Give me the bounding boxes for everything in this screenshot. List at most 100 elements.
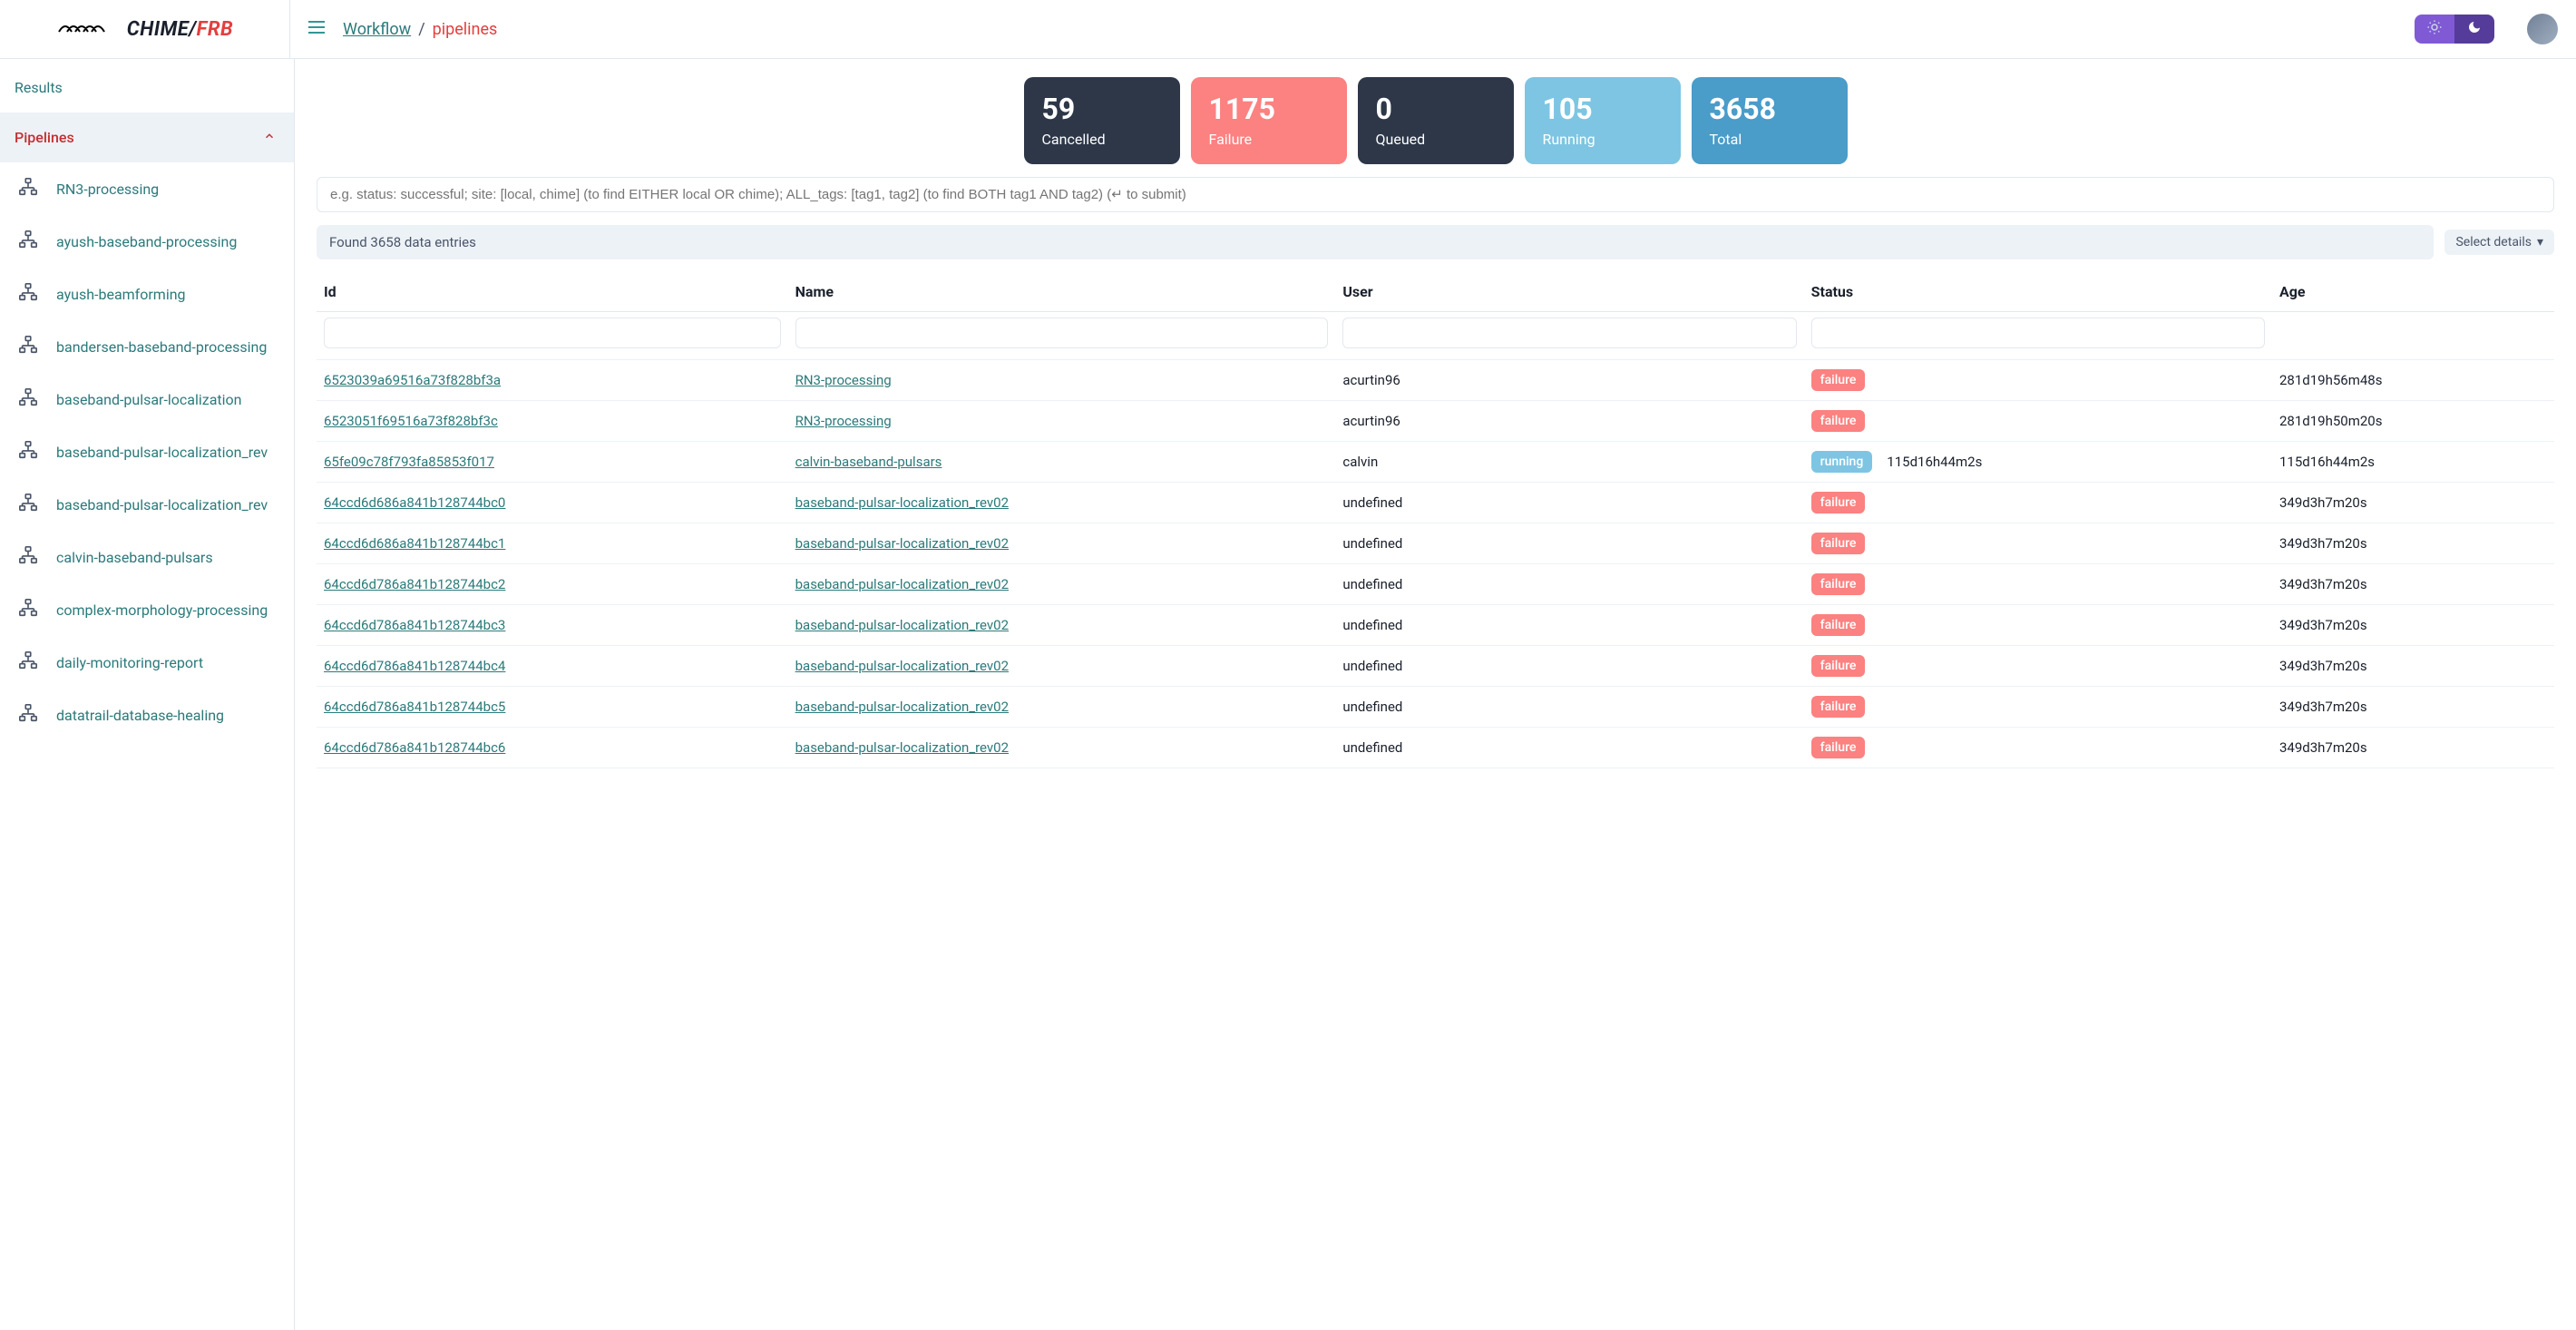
row-age: 349d3h7m20s	[2272, 728, 2554, 768]
sidebar-subitem[interactable]: ayush-baseband-processing	[0, 215, 294, 268]
sidebar-pipelines-label: Pipelines	[15, 129, 74, 146]
stats-row: 59 Cancelled 1175 Failure 0 Queued 105 R…	[306, 77, 2565, 164]
row-id-link[interactable]: 64ccd6d686a841b128744bc1	[324, 535, 505, 552]
row-id-link[interactable]: 6523039a69516a73f828bf3a	[324, 372, 501, 388]
sidebar-subitem-label: ayush-baseband-processing	[56, 233, 237, 250]
sitemap-icon	[18, 440, 38, 464]
sidebar-item-results[interactable]: Results	[0, 63, 294, 112]
sidebar-subitem[interactable]: bandersen-baseband-processing	[0, 320, 294, 373]
stat-cancelled[interactable]: 59 Cancelled	[1024, 77, 1180, 164]
col-user[interactable]: User	[1335, 272, 1803, 312]
stat-total[interactable]: 3658 Total	[1692, 77, 1848, 164]
row-name-link[interactable]: baseband-pulsar-localization_rev02	[795, 699, 1009, 715]
row-name-link[interactable]: baseband-pulsar-localization_rev02	[795, 494, 1009, 511]
row-name-link[interactable]: baseband-pulsar-localization_rev02	[795, 576, 1009, 592]
row-user: undefined	[1335, 687, 1803, 728]
row-user: undefined	[1335, 605, 1803, 646]
stat-total-value: 3658	[1710, 93, 1830, 125]
row-user: undefined	[1335, 728, 1803, 768]
logo-section: CHIME/FRB	[0, 0, 290, 58]
sidebar-subitem[interactable]: daily-monitoring-report	[0, 636, 294, 689]
row-id-link[interactable]: 64ccd6d786a841b128744bc6	[324, 739, 505, 756]
status-badge: running	[1811, 451, 1873, 473]
row-id-link[interactable]: 64ccd6d786a841b128744bc4	[324, 658, 505, 674]
stat-queued-label: Queued	[1376, 131, 1496, 148]
stat-running[interactable]: 105 Running	[1525, 77, 1681, 164]
row-user: undefined	[1335, 646, 1803, 687]
sidebar-subitem[interactable]: complex-morphology-processing	[0, 583, 294, 636]
sidebar-subitem-label: calvin-baseband-pulsars	[56, 549, 213, 566]
stat-queued[interactable]: 0 Queued	[1358, 77, 1514, 164]
status-badge: failure	[1811, 369, 1866, 391]
sidebar-subitem[interactable]: baseband-pulsar-localization_rev	[0, 425, 294, 478]
row-name-link[interactable]: baseband-pulsar-localization_rev02	[795, 617, 1009, 633]
row-name-link[interactable]: baseband-pulsar-localization_rev02	[795, 658, 1009, 674]
sidebar-item-pipelines[interactable]: Pipelines	[0, 112, 294, 162]
row-age: 281d19h56m48s	[2272, 360, 2554, 401]
sidebar-subitem-label: daily-monitoring-report	[56, 654, 203, 671]
sidebar-subitem[interactable]: ayush-beamforming	[0, 268, 294, 320]
sidebar-subitem[interactable]: RN3-processing	[0, 162, 294, 215]
row-name-link[interactable]: RN3-processing	[795, 372, 892, 388]
sidebar-subitem-label: datatrail-database-healing	[56, 707, 224, 724]
results-count: Found 3658 data entries	[317, 225, 2434, 259]
row-id-link[interactable]: 64ccd6d686a841b128744bc0	[324, 494, 505, 511]
row-age: 349d3h7m20s	[2272, 687, 2554, 728]
moon-icon	[2467, 20, 2482, 38]
row-name-link[interactable]: baseband-pulsar-localization_rev02	[795, 739, 1009, 756]
avatar[interactable]	[2527, 14, 2558, 44]
hamburger-icon[interactable]	[308, 21, 325, 37]
dark-mode-button[interactable]	[2454, 15, 2494, 44]
light-mode-button[interactable]	[2415, 15, 2454, 44]
row-name-link[interactable]: RN3-processing	[795, 413, 892, 429]
col-name[interactable]: Name	[788, 272, 1336, 312]
row-age: 349d3h7m20s	[2272, 605, 2554, 646]
row-name-link[interactable]: calvin-baseband-pulsars	[795, 454, 942, 470]
logo-chime-text: CHIME/	[127, 18, 197, 41]
row-age: 349d3h7m20s	[2272, 483, 2554, 523]
logo[interactable]: CHIME/FRB	[56, 14, 233, 44]
sidebar-subitems: RN3-processing ayush-baseband-processing…	[0, 162, 294, 741]
sidebar-subitem[interactable]: baseband-pulsar-localization_rev	[0, 478, 294, 531]
row-id-link[interactable]: 64ccd6d786a841b128744bc3	[324, 617, 505, 633]
search-input[interactable]	[317, 177, 2554, 212]
top-right: Workflow / pipelines	[290, 14, 2558, 44]
filter-status-input[interactable]	[1811, 318, 2265, 348]
row-id-link[interactable]: 64ccd6d786a841b128744bc5	[324, 699, 505, 715]
row-user: calvin	[1335, 442, 1803, 483]
row-age: 115d16h44m2s	[2272, 442, 2554, 483]
row-user: acurtin96	[1335, 360, 1803, 401]
select-details-label: Select details	[2455, 235, 2532, 249]
sidebar-subitem[interactable]: datatrail-database-healing	[0, 689, 294, 741]
breadcrumb-current: pipelines	[433, 20, 498, 39]
sitemap-icon	[18, 545, 38, 569]
col-id[interactable]: Id	[317, 272, 788, 312]
sidebar-subitem[interactable]: baseband-pulsar-localization	[0, 373, 294, 425]
col-status[interactable]: Status	[1804, 272, 2272, 312]
sitemap-icon	[18, 230, 38, 253]
status-badge: failure	[1811, 696, 1866, 718]
filter-id-input[interactable]	[324, 318, 781, 348]
sidebar-subitem-label: baseband-pulsar-localization_rev	[56, 496, 268, 513]
breadcrumb-workflow[interactable]: Workflow	[343, 20, 411, 39]
stat-failure-value: 1175	[1209, 93, 1329, 125]
breadcrumb-separator: /	[418, 20, 424, 39]
stat-failure[interactable]: 1175 Failure	[1191, 77, 1347, 164]
row-id-link[interactable]: 65fe09c78f793fa85853f017	[324, 454, 494, 470]
col-age[interactable]: Age	[2272, 272, 2554, 312]
main-content: 59 Cancelled 1175 Failure 0 Queued 105 R…	[295, 59, 2576, 1330]
table-header-row: Id Name User Status Age	[317, 272, 2554, 312]
sidebar-subitem-label: baseband-pulsar-localization	[56, 391, 242, 408]
table-row: 6523051f69516a73f828bf3c RN3-processing …	[317, 401, 2554, 442]
select-details-dropdown[interactable]: Select details ▾	[2444, 230, 2554, 255]
row-id-link[interactable]: 6523051f69516a73f828bf3c	[324, 413, 498, 429]
table-row: 64ccd6d786a841b128744bc2 baseband-pulsar…	[317, 564, 2554, 605]
sidebar: Results Pipelines RN3-processing ayush-b…	[0, 59, 295, 1330]
stat-running-value: 105	[1543, 93, 1663, 125]
filter-name-input[interactable]	[795, 318, 1329, 348]
row-id-link[interactable]: 64ccd6d786a841b128744bc2	[324, 576, 505, 592]
row-name-link[interactable]: baseband-pulsar-localization_rev02	[795, 535, 1009, 552]
sidebar-subitem[interactable]: calvin-baseband-pulsars	[0, 531, 294, 583]
filter-user-input[interactable]	[1342, 318, 1796, 348]
row-age: 349d3h7m20s	[2272, 564, 2554, 605]
